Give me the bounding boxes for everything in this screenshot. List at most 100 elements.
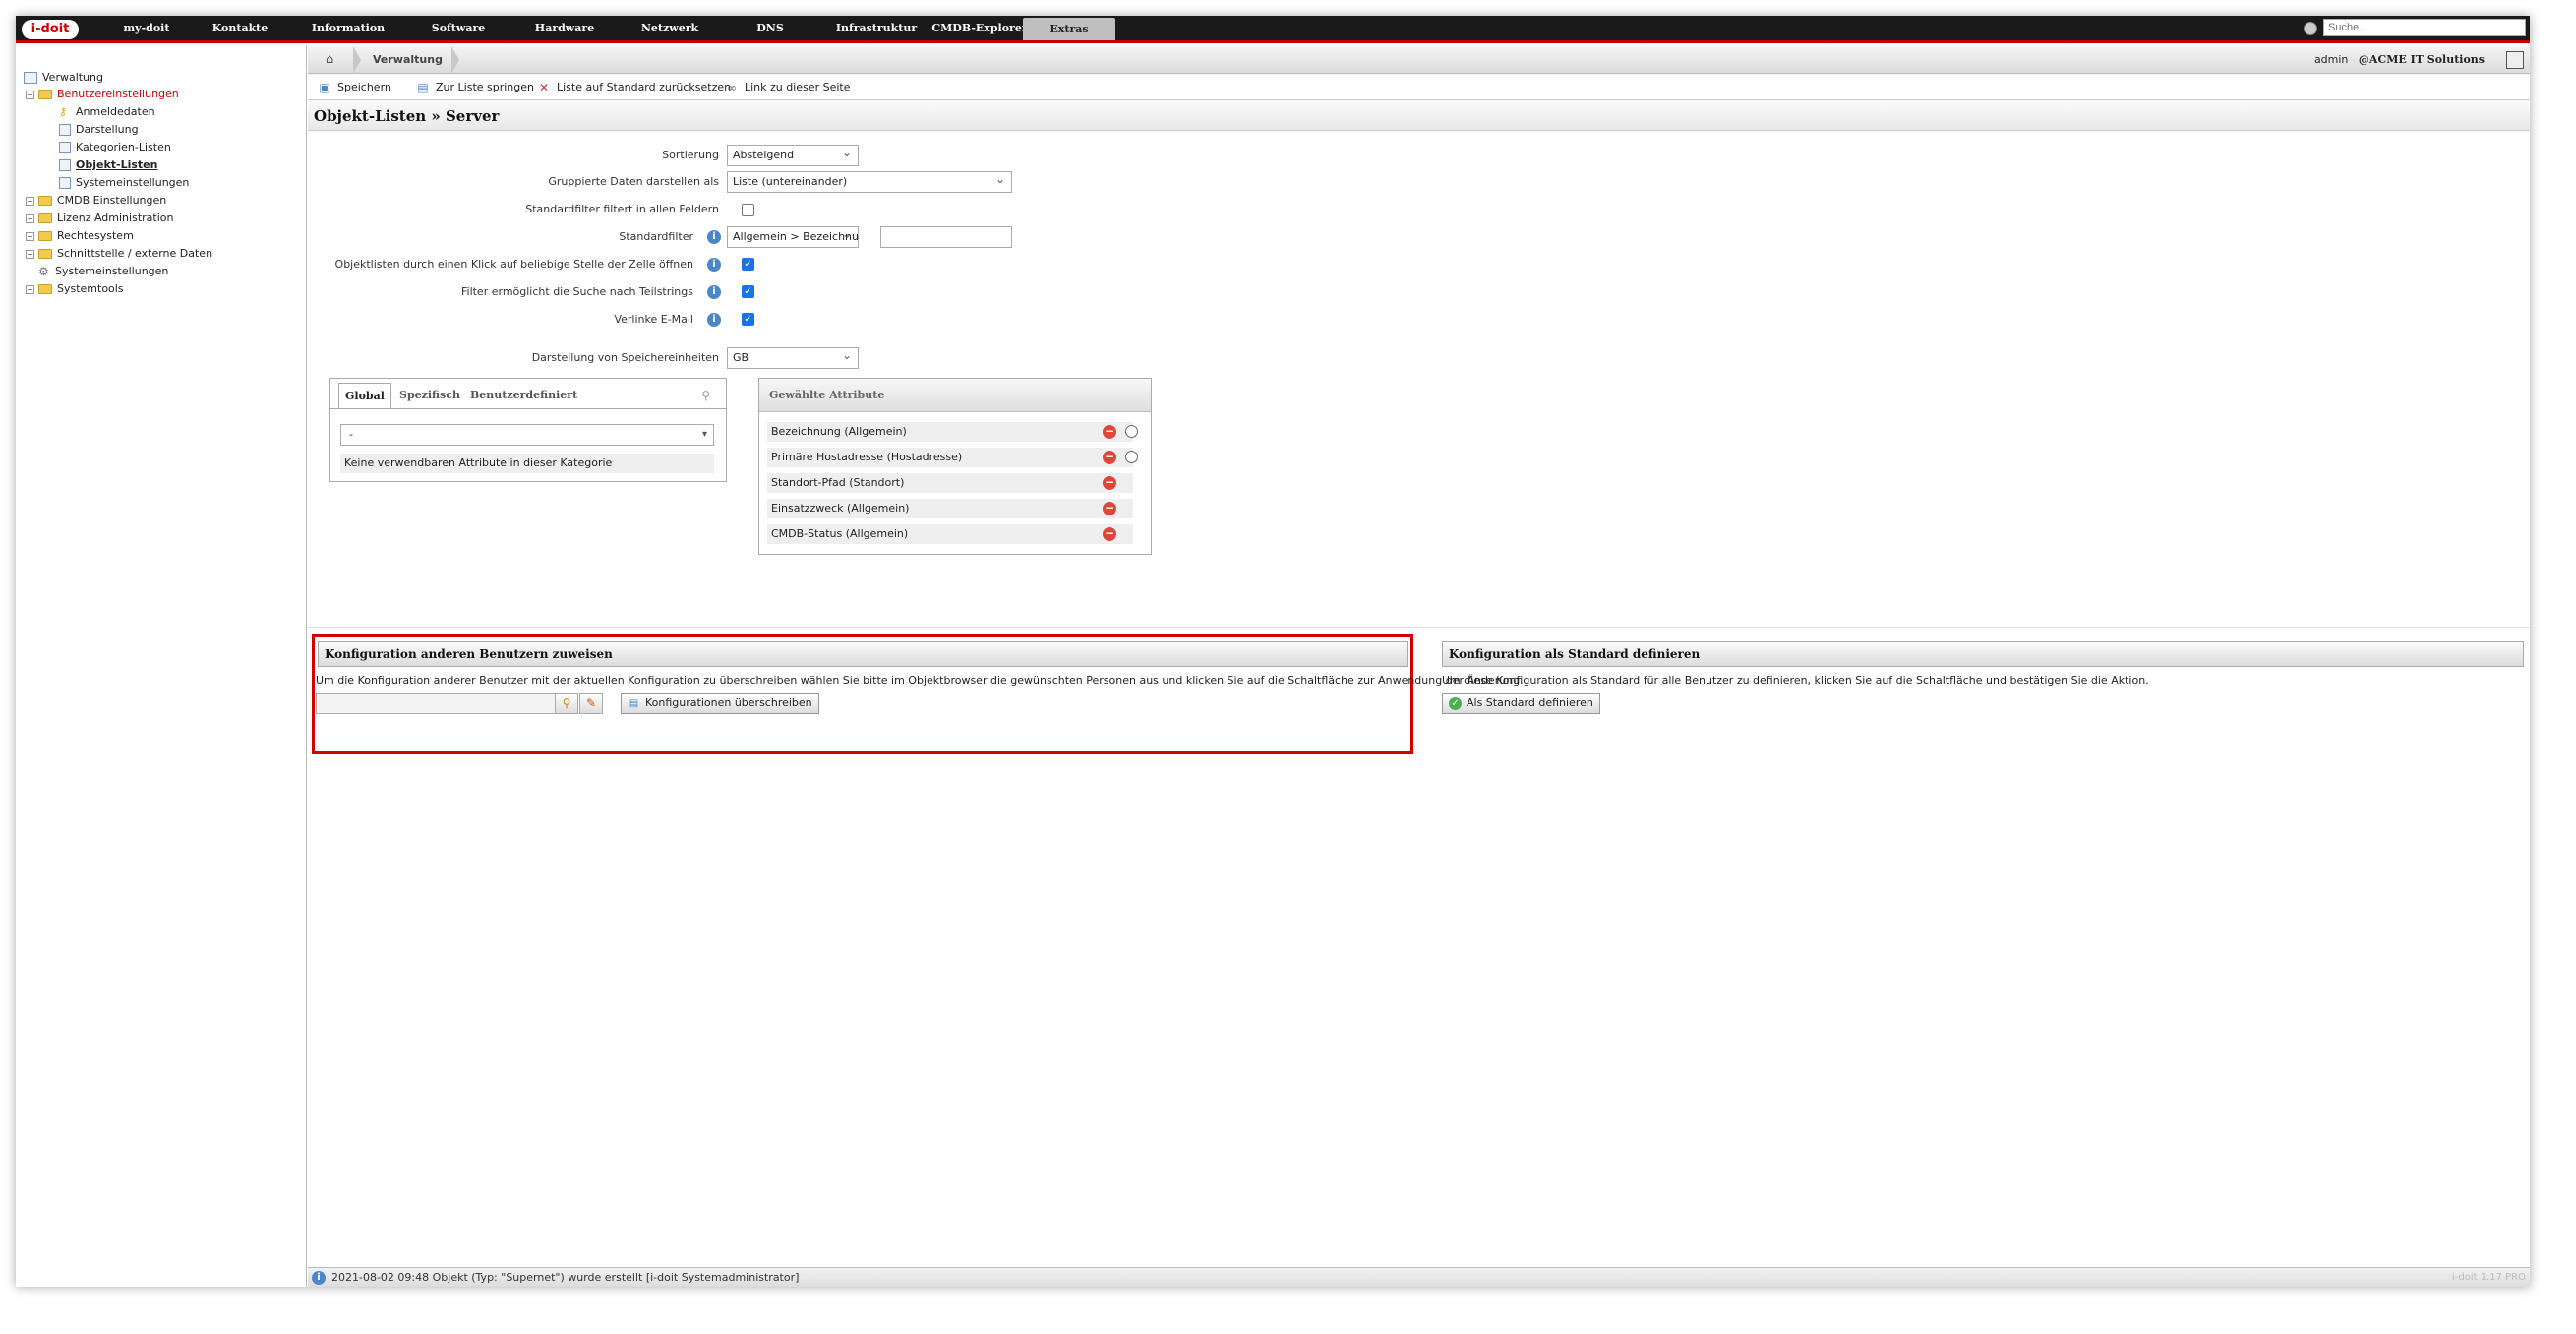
- nav-hardware[interactable]: Hardware: [515, 16, 614, 40]
- page-title: Objekt-Listen » Server: [314, 107, 500, 125]
- breadcrumb-separator: [353, 46, 361, 74]
- check-icon: ✓: [1449, 697, 1462, 710]
- tree-root-label: Verwaltung: [42, 71, 103, 84]
- tree-item-kategorien-listen[interactable]: Kategorien-Listen: [59, 140, 171, 155]
- nav-netzwerk[interactable]: Netzwerk: [621, 16, 719, 40]
- save-button[interactable]: ▣ Speichern: [318, 75, 391, 100]
- category-select[interactable]: -: [340, 424, 714, 446]
- set-default-button[interactable]: ✓ Als Standard definieren: [1442, 693, 1600, 714]
- tree-item-label: Benutzereinstellungen: [57, 88, 179, 100]
- object-browser-search-icon[interactable]: ⚲: [555, 693, 578, 714]
- tree-item-darstellung[interactable]: Darstellung: [59, 122, 139, 138]
- sort-label: Sortierung: [662, 149, 719, 161]
- nav-kontakte[interactable]: Kontakte: [196, 16, 284, 40]
- breadcrumb-separator: [451, 46, 459, 74]
- expand-icon[interactable]: +: [26, 213, 34, 223]
- tree-item-benutzereinstellungen[interactable]: − Benutzereinstellungen: [26, 87, 179, 102]
- link-icon: ∞: [727, 81, 737, 94]
- object-browser-input[interactable]: [316, 693, 556, 714]
- status-message: 2021-08-02 09:48 Objekt (Typ: "Supernet"…: [331, 1271, 800, 1284]
- sort-radio[interactable]: [1125, 425, 1138, 438]
- tree-item-systemtools[interactable]: + Systemtools: [26, 281, 124, 297]
- remove-icon[interactable]: −: [1103, 502, 1116, 515]
- expand-icon[interactable]: +: [26, 284, 34, 294]
- info-icon[interactable]: i: [707, 285, 721, 299]
- link-email-checkbox[interactable]: ✓: [742, 313, 754, 326]
- user-org[interactable]: @ACME IT Solutions: [2359, 53, 2485, 66]
- user-info: admin @ACME IT Solutions: [2314, 46, 2485, 74]
- folder-icon: [38, 231, 52, 241]
- tree-item-anmeldedaten[interactable]: ⚷ Anmeldedaten: [59, 104, 155, 120]
- attribute-row[interactable]: Bezeichnung (Allgemein): [767, 422, 1133, 442]
- tree-item-label: Systemeinstellungen: [76, 176, 190, 189]
- collapse-icon[interactable]: −: [26, 90, 34, 99]
- group-select[interactable]: Liste (untereinander): [727, 171, 1012, 193]
- language-globe-icon[interactable]: [2304, 22, 2317, 35]
- storage-units-select[interactable]: GB: [727, 347, 859, 369]
- tree-item-systemeinstellungen[interactable]: ⚙ Systemeinstellungen: [38, 264, 168, 279]
- nav-my-doit[interactable]: my-doit: [102, 16, 191, 40]
- tree-item-systemeinstellungen-user[interactable]: Systemeinstellungen: [59, 175, 189, 191]
- info-icon[interactable]: i: [707, 258, 721, 272]
- stdfilter-all-checkbox[interactable]: [742, 204, 754, 216]
- overwrite-configs-button[interactable]: ▤ Konfigurationen überschreiben: [621, 693, 819, 714]
- tab-global[interactable]: Global: [338, 383, 391, 408]
- nav-cmdb-explorer[interactable]: CMDB-Explorer: [921, 16, 1039, 40]
- reset-list-button[interactable]: ✕ Liste auf Standard zurücksetzen: [537, 75, 731, 100]
- expand-icon[interactable]: +: [26, 249, 34, 259]
- attribute-row[interactable]: Primäre Hostadresse (Hostadresse): [767, 448, 1133, 467]
- content-area: Sortierung Absteigend Gruppierte Daten d…: [308, 132, 2530, 1267]
- stdfilter-text-input[interactable]: [880, 226, 1012, 248]
- attribute-label: Standort-Pfad (Standort): [771, 476, 905, 489]
- tree-item-cmdb-einstellungen[interactable]: + CMDB Einstellungen: [26, 193, 166, 209]
- to-list-button[interactable]: ▤ Zur Liste springen: [416, 75, 534, 100]
- folder-icon: [38, 213, 52, 223]
- nav-extras[interactable]: Extras: [1023, 18, 1115, 40]
- object-browser-clear-icon[interactable]: ✎: [579, 693, 603, 714]
- attribute-row[interactable]: Einsatzzweck (Allgemein): [767, 499, 1133, 518]
- stdfilter-all-label: Standardfilter filtert in allen Feldern: [525, 203, 719, 215]
- partial-search-checkbox[interactable]: ✓: [742, 285, 754, 298]
- page-link-button[interactable]: ∞ Link zu dieser Seite: [725, 75, 850, 100]
- click-open-checkbox[interactable]: ✓: [742, 258, 754, 271]
- user-avatar-icon[interactable]: [2506, 51, 2524, 69]
- default-config-description: Um diese Konfiguration als Standard für …: [1442, 674, 2149, 687]
- to-list-label: Zur Liste springen: [436, 81, 535, 93]
- home-icon[interactable]: ⌂: [326, 53, 339, 67]
- tree-item-label: Kategorien-Listen: [76, 141, 171, 153]
- click-open-label: Objektlisten durch einen Klick auf belie…: [334, 258, 693, 271]
- sidebar-tree: Verwaltung − Benutzereinstellungen ⚷ Anm…: [16, 46, 307, 1287]
- remove-icon[interactable]: −: [1103, 527, 1116, 541]
- tree-item-schnittstelle[interactable]: + Schnittstelle / externe Daten: [26, 246, 212, 262]
- tab-spezifisch[interactable]: Spezifisch: [399, 383, 460, 408]
- app-window: i-doit my-doit Kontakte Information Soft…: [16, 16, 2530, 1287]
- tree-item-rechtesystem[interactable]: + Rechtesystem: [26, 228, 134, 244]
- expand-icon[interactable]: +: [26, 231, 34, 241]
- remove-icon[interactable]: −: [1103, 476, 1116, 490]
- remove-icon[interactable]: −: [1103, 425, 1116, 439]
- nav-dns[interactable]: DNS: [726, 16, 814, 40]
- attribute-row[interactable]: CMDB-Status (Allgemein): [767, 524, 1133, 544]
- user-name[interactable]: admin: [2314, 53, 2348, 66]
- tree-root-verwaltung[interactable]: Verwaltung: [24, 70, 103, 86]
- nav-infrastruktur[interactable]: Infrastruktur: [822, 16, 930, 40]
- search-icon[interactable]: ⚲: [701, 389, 710, 402]
- breadcrumb-verwaltung[interactable]: Verwaltung: [373, 46, 443, 74]
- search-input[interactable]: [2323, 19, 2526, 36]
- info-icon[interactable]: i: [707, 313, 721, 327]
- tree-item-objekt-listen[interactable]: Objekt-Listen: [59, 157, 157, 173]
- remove-icon[interactable]: −: [1103, 451, 1116, 464]
- page-title-bar: Objekt-Listen » Server: [308, 101, 2530, 131]
- tab-benutzerdefiniert[interactable]: Benutzerdefiniert: [470, 383, 577, 408]
- sort-select[interactable]: Absteigend: [727, 145, 859, 166]
- info-icon[interactable]: i: [707, 230, 721, 244]
- nav-information[interactable]: Information: [294, 16, 402, 40]
- expand-icon[interactable]: +: [26, 196, 34, 206]
- attribute-row[interactable]: Standort-Pfad (Standort): [767, 473, 1133, 493]
- no-attributes-message: Keine verwendbaren Attribute in dieser K…: [340, 454, 714, 473]
- tree-item-lizenz-administration[interactable]: + Lizenz Administration: [26, 211, 173, 226]
- idoit-logo[interactable]: i-doit: [22, 20, 79, 39]
- nav-software[interactable]: Software: [409, 16, 508, 40]
- sort-radio[interactable]: [1125, 451, 1138, 463]
- stdfilter-select[interactable]: Allgemein > Bezeichnung: [727, 226, 859, 248]
